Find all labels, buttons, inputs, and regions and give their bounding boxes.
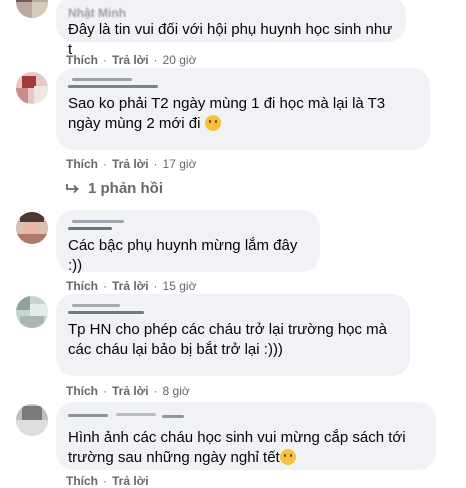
like-link[interactable]: Thích — [66, 474, 98, 488]
comment-text: Sao ko phải T2 ngày mùng 1 đi học mà lại… — [68, 94, 418, 134]
like-link[interactable]: Thích — [66, 53, 98, 67]
comment-bubble: Các bậc phụ huynh mừng lắm đây :)) — [56, 210, 320, 274]
comment-actions: Thích · Trả lời · 20 giờ — [66, 53, 196, 67]
comment-bubble: Tp HN cho phép các cháu trở lại trường h… — [56, 294, 410, 376]
like-link[interactable]: Thích — [66, 279, 98, 293]
comment-text: Tp HN cho phép các cháu trở lại trường h… — [68, 321, 388, 358]
reply-link[interactable]: Trả lời — [112, 53, 149, 67]
like-link[interactable]: Thích — [66, 157, 98, 171]
comment-bubble: Nhật Minh Đây là tin vui đối với hội phụ… — [56, 0, 406, 58]
timestamp[interactable]: 17 giờ — [163, 157, 197, 171]
comment-actions: Thích · Trả lời · 15 giờ — [66, 279, 196, 293]
comment-text: Hình ảnh các cháu học sinh vui mừng cắp … — [68, 428, 424, 468]
reply-arrow-icon — [66, 183, 79, 193]
separator-dot: · — [103, 53, 107, 67]
separator-dot: · — [103, 384, 107, 398]
avatar[interactable] — [16, 72, 48, 104]
separator-dot: · — [153, 279, 158, 293]
avatar[interactable] — [16, 404, 48, 436]
comment-text: Các bậc phụ huynh mừng lắm đây :)) — [68, 237, 298, 274]
separator-dot: · — [103, 474, 107, 488]
author-name[interactable]: Nhật Minh — [68, 4, 394, 20]
separator-dot: · — [103, 279, 107, 293]
like-link[interactable]: Thích — [66, 384, 98, 398]
comment-text-content: Sao ko phải T2 ngày mùng 1 đi học mà lại… — [68, 95, 386, 132]
separator-dot: · — [153, 384, 158, 398]
comment-actions: Thích · Trả lời — [66, 474, 149, 488]
comment-bubble: Sao ko phải T2 ngày mùng 1 đi học mà lại… — [56, 68, 430, 150]
timestamp[interactable]: 8 giờ — [163, 384, 190, 398]
thinking-face-icon — [204, 115, 221, 131]
author-name[interactable] — [68, 302, 398, 318]
replies-count-label[interactable]: 1 phản hồi — [88, 180, 163, 197]
author-name-text[interactable]: Nhật Minh — [68, 6, 126, 20]
view-replies-link[interactable]: 1 phản hồi — [66, 180, 163, 197]
author-name[interactable] — [68, 76, 418, 92]
comment-bubble: Hình ảnh các cháu học sinh vui mừng cắp … — [56, 402, 436, 470]
avatar[interactable] — [16, 0, 48, 18]
author-name[interactable] — [68, 218, 308, 234]
avatar[interactable] — [16, 296, 48, 328]
reply-link[interactable]: Trả lời — [112, 384, 149, 398]
timestamp[interactable]: 15 giờ — [163, 279, 197, 293]
timestamp[interactable]: 20 giờ — [163, 53, 197, 67]
reply-link[interactable]: Trả lời — [112, 279, 149, 293]
comment-text-content: Hình ảnh các cháu học sinh vui mừng cắp … — [68, 429, 406, 466]
author-name[interactable] — [68, 410, 424, 426]
separator-dot: · — [153, 53, 158, 67]
comment-actions: Thích · Trả lời · 8 giờ — [66, 384, 190, 398]
separator-dot: · — [153, 157, 158, 171]
reply-link[interactable]: Trả lời — [112, 157, 149, 171]
separator-dot: · — [103, 157, 107, 171]
reply-link[interactable]: Trả lời — [112, 474, 149, 488]
sad-face-icon — [279, 449, 296, 465]
avatar[interactable] — [16, 212, 48, 244]
comment-actions: Thích · Trả lời · 17 giờ — [66, 157, 196, 171]
